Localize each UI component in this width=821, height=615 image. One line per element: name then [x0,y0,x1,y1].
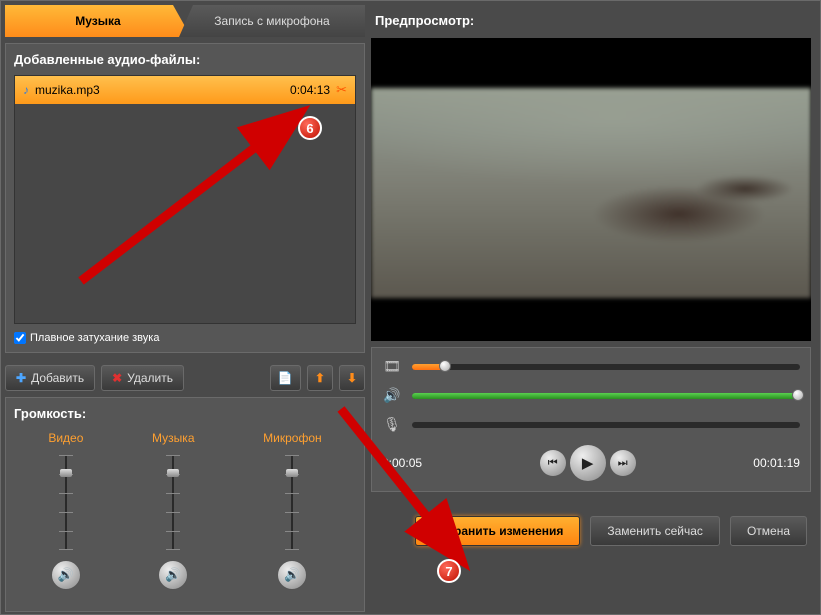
prev-button[interactable]: ⏮ [540,450,566,476]
up-arrow-icon: ⬆ [315,371,325,385]
delete-label: Удалить [127,371,173,385]
volume-title: Громкость: [14,406,356,421]
replace-button[interactable]: Заменить сейчас [590,516,720,546]
film-icon: 🎞 [382,358,402,375]
preview-area [371,38,811,341]
fade-checkbox[interactable] [14,332,26,344]
move-up-button[interactable]: ⬆ [307,365,333,391]
annotation-arrow-6 [61,101,321,301]
add-label: Добавить [31,371,84,385]
playback-controls: ⏮ ▶ ⏭ [540,445,636,481]
audio-item-duration: 0:04:13 [290,83,330,97]
doc-icon: 📄 [278,371,293,385]
tabs: Музыка Запись с микрофона [5,5,365,37]
volume-mic-slider[interactable] [282,455,302,550]
volume-video-slider[interactable] [56,455,76,550]
video-track-slider[interactable] [412,364,800,370]
volume-video-mute[interactable]: 🔊 [51,560,81,590]
volume-video-label: Видео [48,431,83,445]
volume-panel: Громкость: Видео 🔊 Музыка [5,397,365,612]
audio-item-name: muzika.mp3 [35,83,290,97]
volume-music-mute[interactable]: 🔊 [158,560,188,590]
annotation-arrow-7 [331,399,491,579]
callout-7: 7 [437,559,461,583]
audio-toolbar: ✚ Добавить ✖ Удалить 📄 ⬆ ⬇ [5,365,365,391]
delete-button[interactable]: ✖ Удалить [101,365,184,391]
audio-track-slider[interactable] [412,393,800,399]
preview-title: Предпросмотр: [371,5,811,32]
play-button[interactable]: ▶ [570,445,606,481]
volume-music-label: Музыка [152,431,194,445]
audio-files-title: Добавленные аудио-файлы: [14,52,356,67]
doc-button[interactable]: 📄 [270,365,301,391]
cancel-button[interactable]: Отмена [730,516,807,546]
next-button[interactable]: ⏭ [610,450,636,476]
add-button[interactable]: ✚ Добавить [5,365,95,391]
move-down-button[interactable]: ⬇ [339,365,365,391]
down-arrow-icon: ⬇ [347,371,357,385]
audio-item[interactable]: ♪ muzika.mp3 0:04:13 ✂ [15,76,355,104]
music-note-icon: ♪ [23,83,29,97]
plus-icon: ✚ [16,371,26,385]
preview-frame [371,88,811,298]
fade-label: Плавное затухание звука [30,332,159,344]
volume-mic-mute[interactable]: 🔊 [277,560,307,590]
x-icon: ✖ [112,371,122,385]
callout-6: 6 [298,116,322,140]
scissors-icon[interactable]: ✂ [336,82,347,98]
tab-music[interactable]: Музыка [5,5,191,37]
tab-mic[interactable]: Запись с микрофона [179,5,365,37]
time-total: 00:01:19 [753,456,800,470]
volume-music-slider[interactable] [163,455,183,550]
volume-mic-label: Микрофон [263,431,321,445]
